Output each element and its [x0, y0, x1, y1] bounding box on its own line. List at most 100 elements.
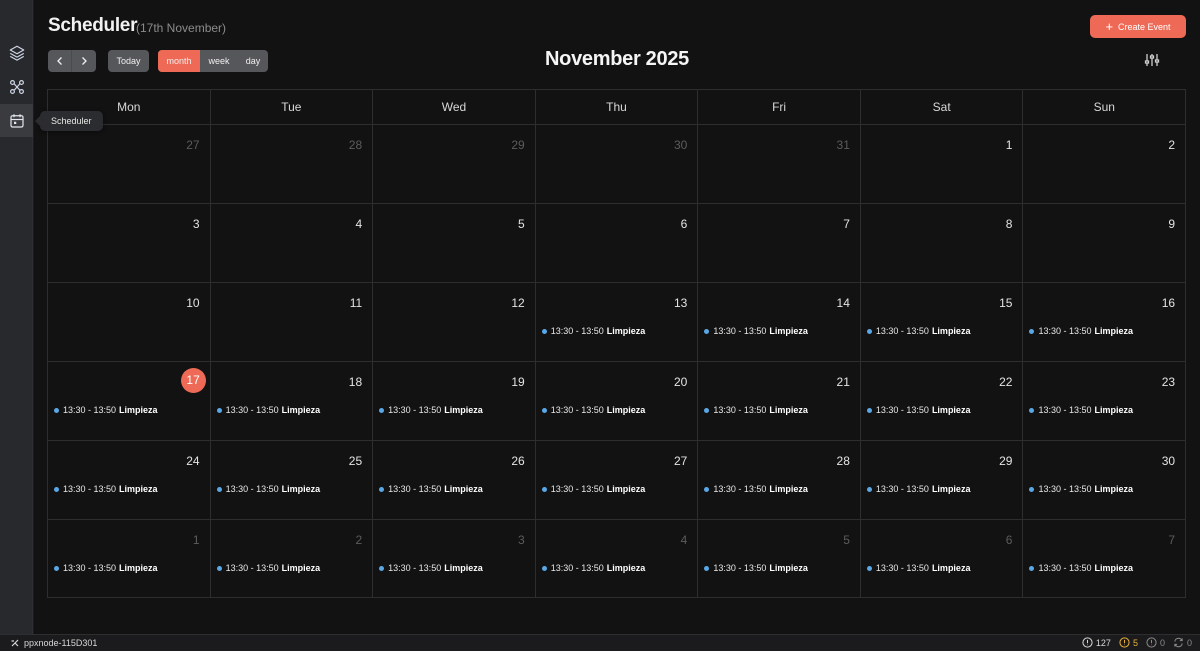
event-item[interactable]: 13:30 - 13:50 Limpieza	[704, 484, 808, 494]
event-item[interactable]: 13:30 - 13:50 Limpieza	[704, 405, 808, 415]
day-cell[interactable]: 22 13:30 - 13:50 Limpieza	[861, 362, 1024, 440]
event-item[interactable]: 13:30 - 13:50 Limpieza	[541, 326, 645, 336]
day-cell[interactable]: 6 13:30 - 13:50 Limpieza	[861, 520, 1024, 598]
event-item[interactable]: 13:30 - 13:50 Limpieza	[216, 484, 320, 494]
event-item[interactable]: 13:30 - 13:50 Limpieza	[1029, 326, 1133, 336]
day-cell[interactable]: 10	[48, 283, 211, 361]
sidebar-item-layers[interactable]	[0, 36, 33, 69]
event-item[interactable]: 13:30 - 13:50 Limpieza	[541, 563, 645, 573]
day-cell[interactable]: 5 13:30 - 13:50 Limpieza	[698, 520, 861, 598]
day-cell[interactable]: 3	[48, 204, 211, 282]
day-cell[interactable]: 1	[861, 125, 1024, 203]
week-row: 10 11 12 13 13:30 - 13:50 Limpieza 14 13:30 - 1…	[48, 283, 1185, 362]
day-cell[interactable]: 19 13:30 - 13:50 Limpieza	[373, 362, 536, 440]
day-cell[interactable]: 26 13:30 - 13:50 Limpieza	[373, 441, 536, 519]
day-cell[interactable]: 29	[373, 125, 536, 203]
day-cell[interactable]: 28	[211, 125, 374, 203]
event-time: 13:30 - 13:50	[875, 563, 929, 573]
sidebar-tooltip: Scheduler	[35, 111, 103, 131]
day-cell[interactable]: 28 13:30 - 13:50 Limpieza	[698, 441, 861, 519]
event-title: Limpieza	[769, 326, 808, 336]
day-cell[interactable]: 27 13:30 - 13:50 Limpieza	[536, 441, 699, 519]
event-item[interactable]: 13:30 - 13:50 Limpieza	[54, 405, 158, 415]
day-number: 27	[186, 138, 200, 152]
event-item[interactable]: 13:30 - 13:50 Limpieza	[216, 405, 320, 415]
day-number: 11	[349, 296, 363, 310]
event-item[interactable]: 13:30 - 13:50 Limpieza	[704, 563, 808, 573]
day-cell[interactable]: 2 13:30 - 13:50 Limpieza	[211, 520, 374, 598]
event-item[interactable]: 13:30 - 13:50 Limpieza	[541, 405, 645, 415]
day-cell[interactable]: 7	[698, 204, 861, 282]
day-number: 1	[1005, 138, 1013, 152]
day-cell[interactable]: 18 13:30 - 13:50 Limpieza	[211, 362, 374, 440]
day-cell[interactable]: 27	[48, 125, 211, 203]
event-item[interactable]: 13:30 - 13:50 Limpieza	[1029, 405, 1133, 415]
day-cell[interactable]: 24 13:30 - 13:50 Limpieza	[48, 441, 211, 519]
day-cell[interactable]: 30 13:30 - 13:50 Limpieza	[1023, 441, 1185, 519]
day-number: 23	[1161, 375, 1176, 389]
event-item[interactable]: 13:30 - 13:50 Limpieza	[379, 563, 483, 573]
event-item[interactable]: 13:30 - 13:50 Limpieza	[379, 484, 483, 494]
event-item[interactable]: 13:30 - 13:50 Limpieza	[1029, 563, 1133, 573]
day-cell[interactable]: 5	[373, 204, 536, 282]
weekday-sun: Sun	[1093, 100, 1115, 114]
event-item[interactable]: 13:30 - 13:50 Limpieza	[866, 484, 970, 494]
event-title: Limpieza	[931, 563, 971, 573]
day-cell[interactable]: 2	[1023, 125, 1185, 203]
day-number: 20	[673, 375, 688, 389]
sidebar-item-workflows[interactable]	[0, 70, 33, 103]
event-dot-icon	[541, 328, 547, 334]
event-time: 13:30 - 13:50	[713, 326, 767, 336]
node-indicator[interactable]: ppxnode-115D301	[10, 638, 97, 648]
event-item[interactable]: 13:30 - 13:50 Limpieza	[866, 405, 970, 415]
day-cell[interactable]: 8	[861, 204, 1024, 282]
day-cell[interactable]: 12	[373, 283, 536, 361]
day-cell[interactable]: 4	[211, 204, 374, 282]
day-number: 18	[348, 375, 363, 389]
day-cell[interactable]: 9	[1023, 204, 1185, 282]
error-icon	[1146, 637, 1157, 648]
event-item[interactable]: 13:30 - 13:50 Limpieza	[379, 405, 483, 415]
event-item[interactable]: 13:30 - 13:50 Limpieza	[216, 563, 320, 573]
day-cell[interactable]: 15 13:30 - 13:50 Limpieza	[861, 283, 1024, 361]
event-item[interactable]: 13:30 - 13:50 Limpieza	[866, 563, 971, 573]
info-counter[interactable]: 127	[1082, 637, 1111, 648]
day-cell[interactable]: 25 13:30 - 13:50 Limpieza	[211, 441, 374, 519]
day-cell[interactable]: 11	[211, 283, 374, 361]
day-cell[interactable]: 13 13:30 - 13:50 Limpieza	[536, 283, 699, 361]
event-item[interactable]: 13:30 - 13:50 Limpieza	[54, 484, 158, 494]
filter-settings-icon[interactable]	[1144, 52, 1160, 68]
day-cell[interactable]: 23 13:30 - 13:50 Limpieza	[1023, 362, 1185, 440]
sync-count: 0	[1186, 637, 1192, 648]
event-dot-icon	[704, 328, 710, 334]
event-item[interactable]: 13:30 - 13:50 Limpieza	[1029, 484, 1133, 494]
sync-counter[interactable]: 0	[1173, 637, 1192, 648]
event-item[interactable]: 13:30 - 13:50 Limpieza	[54, 563, 158, 573]
day-cell[interactable]: 29 13:30 - 13:50 Limpieza	[861, 441, 1024, 519]
day-number: 7	[843, 217, 850, 231]
day-cell[interactable]: 21 13:30 - 13:50 Limpieza	[698, 362, 861, 440]
day-cell[interactable]: 30	[536, 125, 699, 203]
event-item[interactable]: 13:30 - 13:50 Limpieza	[866, 326, 970, 336]
day-cell[interactable]: 7 13:30 - 13:50 Limpieza	[1023, 520, 1185, 598]
event-item[interactable]: 13:30 - 13:50 Limpieza	[541, 484, 645, 494]
event-dot-icon	[379, 565, 385, 571]
event-item[interactable]: 13:30 - 13:50 Limpieza	[704, 326, 808, 336]
day-cell[interactable]: 3 13:30 - 13:50 Limpieza	[373, 520, 536, 598]
sidebar-item-scheduler[interactable]	[0, 104, 33, 137]
event-time: 13:30 - 13:50	[225, 405, 279, 415]
event-dot-icon	[1029, 565, 1035, 571]
day-cell[interactable]: 20 13:30 - 13:50 Limpieza	[536, 362, 699, 440]
day-cell[interactable]: 1 13:30 - 13:50 Limpieza	[48, 520, 211, 598]
day-cell[interactable]: 16 13:30 - 13:50 Limpieza	[1023, 283, 1185, 361]
warning-counter[interactable]: 5	[1119, 637, 1138, 648]
day-cell[interactable]: 31	[698, 125, 861, 203]
create-event-button[interactable]: + Create Event	[1090, 15, 1186, 38]
error-counter[interactable]: 0	[1146, 637, 1165, 648]
day-cell[interactable]: 4 13:30 - 13:50 Limpieza	[536, 520, 699, 598]
sidebar	[0, 0, 33, 634]
day-cell[interactable]: 14 13:30 - 13:50 Limpieza	[698, 283, 861, 361]
day-cell[interactable]: 6	[536, 204, 699, 282]
day-cell-today[interactable]: 17 13:30 - 13:50 Limpieza	[48, 362, 211, 440]
sync-icon	[1174, 637, 1183, 648]
